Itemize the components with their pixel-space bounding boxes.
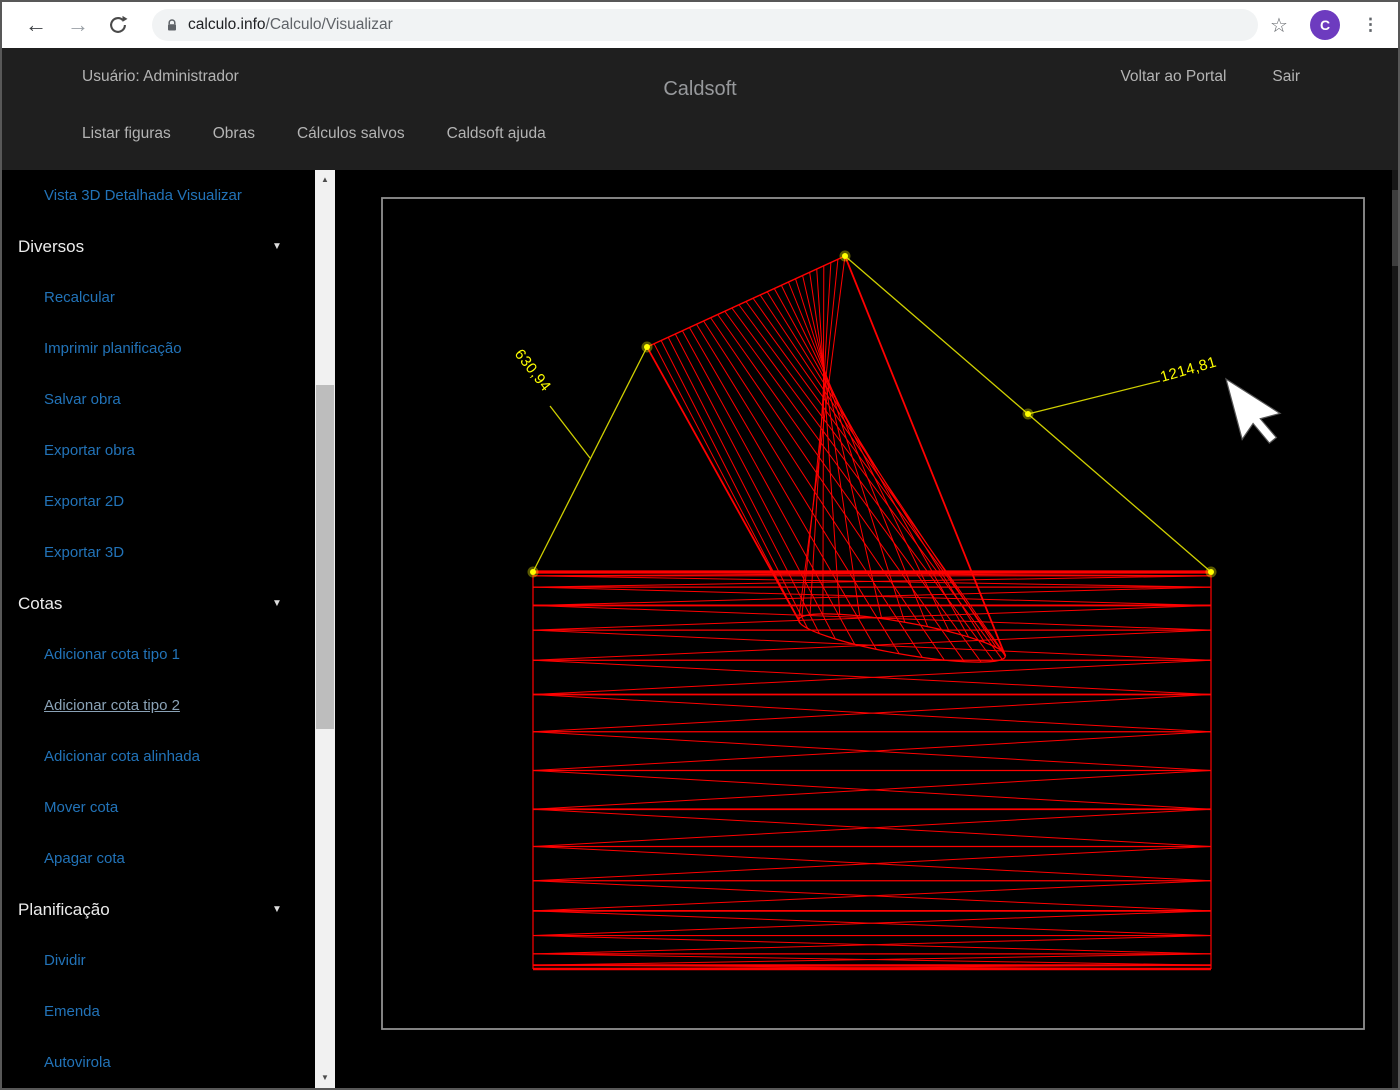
nav-caldsoft-ajuda[interactable]: Caldsoft ajuda xyxy=(447,125,546,143)
bookmark-star-icon[interactable]: ☆ xyxy=(1262,2,1296,48)
sidebar-item-apagar-cota[interactable]: Apagar cota xyxy=(2,833,314,884)
sidebar-item-label: Apagar cota xyxy=(44,850,125,867)
sidebar-section-label: Diversos xyxy=(18,237,84,256)
app-header: Usuário: Administrador Caldsoft Voltar a… xyxy=(2,48,1398,170)
drawing-frame xyxy=(382,198,1364,1029)
sidebar-scrollbar-thumb[interactable] xyxy=(316,385,334,729)
page-scrollbar-thumb[interactable] xyxy=(1392,190,1398,266)
back-icon[interactable]: ← xyxy=(18,2,54,48)
avatar[interactable]: C xyxy=(1310,10,1340,40)
url-path: /Calculo/Visualizar xyxy=(266,16,393,33)
browser-window: ← → calculo.info/Calculo/Visualizar ☆ C … xyxy=(0,0,1400,1090)
main-nav: Listar figuras Obras Cálculos salvos Cal… xyxy=(82,108,546,160)
sidebar-item-dividir[interactable]: Dividir xyxy=(2,935,314,986)
sidebar-item-label: Vista 3D Detalhada Visualizar xyxy=(44,187,242,204)
sidebar-section-label: Cotas xyxy=(18,594,62,613)
dimension-label-right: 1214,81 xyxy=(1158,354,1218,386)
sidebar-item-label: Adicionar cota alinhada xyxy=(44,748,200,765)
sidebar-item-label: Salvar obra xyxy=(44,391,121,408)
lock-icon xyxy=(166,19,178,32)
sidebar-item-label: Recalcular xyxy=(44,289,115,306)
sidebar-section-planificacao[interactable]: Planificação ▼ xyxy=(2,884,314,935)
address-bar[interactable]: calculo.info/Calculo/Visualizar xyxy=(152,9,1258,41)
scroll-down-arrow-icon[interactable]: ▼ xyxy=(315,1070,335,1086)
sidebar-item-recalcular[interactable]: Recalcular xyxy=(2,272,314,323)
sidebar-item-exportar-3d[interactable]: Exportar 3D xyxy=(2,527,314,578)
sidebar-scrollbar[interactable]: ▲ ▼ xyxy=(315,170,335,1088)
sidebar-item-salvar-obra[interactable]: Salvar obra xyxy=(2,374,314,425)
reload-icon[interactable] xyxy=(102,2,134,48)
nav-listar-figuras[interactable]: Listar figuras xyxy=(82,125,171,143)
portal-link[interactable]: Voltar ao Portal xyxy=(1120,68,1226,86)
sidebar-section-label: Planificação xyxy=(18,900,110,919)
chevron-down-icon: ▼ xyxy=(272,578,282,629)
sidebar-item-mover-cota[interactable]: Mover cota xyxy=(2,782,314,833)
sidebar-item-label: Exportar 2D xyxy=(44,493,124,510)
sidebar-item-adicionar-cota-tipo-2[interactable]: Adicionar cota tipo 2 xyxy=(2,680,314,731)
sidebar-section-diversos[interactable]: Diversos ▼ xyxy=(2,221,314,272)
sidebar-item-label: Imprimir planificação xyxy=(44,340,182,357)
sidebar-item-imprimir-planificacao[interactable]: Imprimir planificação xyxy=(2,323,314,374)
dimension-label-left: 630,94 xyxy=(511,346,554,395)
sidebar-item-label-active: Adicionar cota tipo 2 xyxy=(44,697,180,714)
chevron-down-icon: ▼ xyxy=(272,221,282,272)
nav-obras[interactable]: Obras xyxy=(213,125,255,143)
forward-icon[interactable]: → xyxy=(60,2,96,48)
reload-glyph xyxy=(108,15,128,35)
scroll-up-arrow-icon[interactable]: ▲ xyxy=(315,172,335,188)
logout-link[interactable]: Sair xyxy=(1272,68,1300,86)
sidebar-item-autovirola[interactable]: Autovirola xyxy=(2,1037,314,1088)
header-right-links: Voltar ao Portal Sair xyxy=(1120,48,1300,106)
sidebar-item-label: Dividir xyxy=(44,952,86,969)
mouse-cursor xyxy=(1226,368,1287,450)
sidebar-item-label: Emenda xyxy=(44,1003,100,1020)
nav-calculos-salvos[interactable]: Cálculos salvos xyxy=(297,125,405,143)
sidebar-item-label: Mover cota xyxy=(44,799,118,816)
url-text: calculo.info/Calculo/Visualizar xyxy=(188,16,393,34)
sidebar: Vista 3D Detalhada Visualizar Diversos▼ … xyxy=(2,170,314,1088)
avatar-letter: C xyxy=(1320,17,1330,33)
sidebar-item-adicionar-cota-tipo-1[interactable]: Adicionar cota tipo 1 xyxy=(2,629,314,680)
sidebar-item-label: Adicionar cota tipo 1 xyxy=(44,646,180,663)
browser-menu-icon[interactable]: ⋮ xyxy=(1356,2,1386,48)
sidebar-item-label: Exportar 3D xyxy=(44,544,124,561)
sidebar-section-cotas[interactable]: Cotas ▼ xyxy=(2,578,314,629)
chevron-down-icon: ▼ xyxy=(272,884,282,935)
sidebar-item-label: Autovirola xyxy=(44,1054,111,1071)
sidebar-item-label: Exportar obra xyxy=(44,442,135,459)
browser-toolbar: ← → calculo.info/Calculo/Visualizar ☆ C … xyxy=(2,2,1398,48)
sidebar-item-exportar-obra[interactable]: Exportar obra xyxy=(2,425,314,476)
sidebar-item-emenda[interactable]: Emenda xyxy=(2,986,314,1037)
sidebar-item-exportar-2d[interactable]: Exportar 2D xyxy=(2,476,314,527)
sidebar-item-vista-3d[interactable]: Vista 3D Detalhada Visualizar xyxy=(2,170,314,221)
red-wireframe-figure xyxy=(533,256,1211,969)
url-domain: calculo.info xyxy=(188,16,266,33)
sidebar-item-adicionar-cota-alinhada[interactable]: Adicionar cota alinhada xyxy=(2,731,314,782)
dimension-annotations xyxy=(528,251,1217,578)
page-scrollbar[interactable] xyxy=(1392,170,1398,1088)
